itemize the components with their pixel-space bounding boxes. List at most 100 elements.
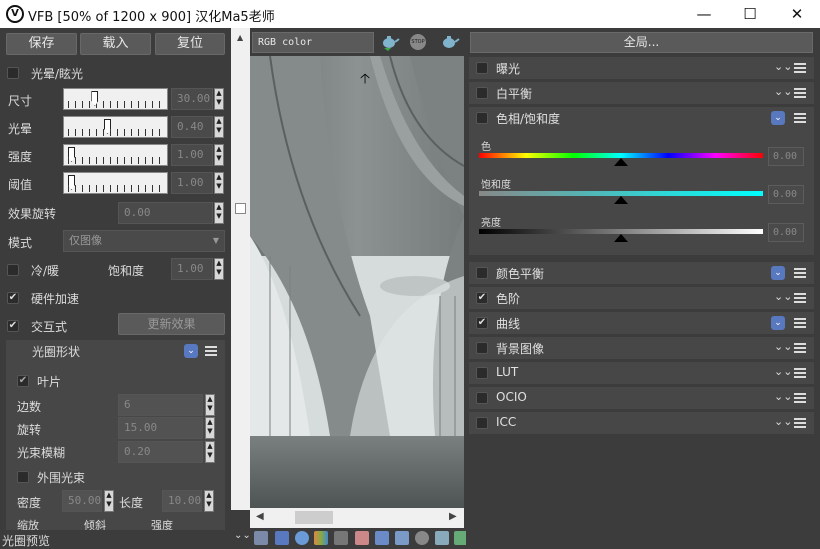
- saturation-spinner[interactable]: ▲ ▼: [214, 258, 224, 280]
- sun-icon[interactable]: [415, 531, 429, 545]
- saturation-slider-handle[interactable]: [614, 196, 628, 204]
- menu-icon[interactable]: [794, 113, 806, 123]
- slider-track[interactable]: [63, 116, 168, 138]
- correction-row[interactable]: 背景图像 ⌄⌄: [469, 337, 814, 359]
- aperture-section-header[interactable]: 光圈形状 ⌄: [6, 340, 225, 362]
- correction-checkbox[interactable]: [476, 342, 488, 354]
- correction-row[interactable]: 白平衡 ⌄⌄: [469, 82, 814, 104]
- correction-row[interactable]: OCIO ⌄⌄: [469, 387, 814, 409]
- expand-down-icon[interactable]: ⌄⌄: [234, 530, 251, 541]
- expand-icon[interactable]: ⌄⌄: [774, 340, 792, 353]
- slider-spinner[interactable]: ▲ ▼: [214, 144, 224, 166]
- global-button[interactable]: 全局...: [470, 32, 813, 53]
- sides-field[interactable]: 6: [118, 394, 203, 416]
- slider-spinner[interactable]: ▲ ▼: [214, 116, 224, 138]
- expand-icon[interactable]: ⌄⌄: [774, 365, 792, 378]
- expand-icon[interactable]: ⌄⌄: [774, 415, 792, 428]
- rotation-field[interactable]: 15.00: [118, 417, 203, 439]
- stop-render-icon[interactable]: STOP: [410, 34, 426, 50]
- menu-icon[interactable]: [794, 268, 806, 278]
- expand-icon[interactable]: ⌄⌄: [774, 390, 792, 403]
- minimize-button[interactable]: —: [681, 0, 727, 28]
- correction-row[interactable]: LUT ⌄⌄: [469, 362, 814, 384]
- region-render-teapot-icon[interactable]: [440, 33, 460, 51]
- correction-checkbox[interactable]: [476, 392, 488, 404]
- menu-icon[interactable]: [794, 293, 806, 303]
- horizontal-scrollbar[interactable]: ◀ ▶: [250, 508, 464, 528]
- rotation-spinner[interactable]: ▲ ▼: [205, 417, 215, 439]
- menu-icon[interactable]: [794, 393, 806, 403]
- correction-row[interactable]: ✔ 色阶 ⌄⌄: [469, 287, 814, 309]
- correction-checkbox[interactable]: [476, 417, 488, 429]
- beam-blur-field[interactable]: 0.20: [118, 441, 203, 463]
- hsl-icon[interactable]: [334, 531, 348, 545]
- save-button[interactable]: 保存: [6, 33, 77, 55]
- expand-icon[interactable]: ⌄⌄: [774, 60, 792, 73]
- collapse-icon[interactable]: ⌄: [771, 316, 785, 330]
- menu-icon[interactable]: [794, 368, 806, 378]
- scroll-up-arrow-icon[interactable]: ▲: [237, 33, 243, 42]
- reset-button[interactable]: 复位: [155, 33, 225, 55]
- menu-icon[interactable]: [794, 63, 806, 73]
- slider-spinner[interactable]: ▲ ▼: [214, 172, 224, 194]
- density-spinner[interactable]: ▲ ▼: [104, 490, 114, 512]
- saturation-hs-field[interactable]: 0.00: [768, 185, 804, 204]
- slider-track[interactable]: [63, 88, 168, 110]
- compare-icon[interactable]: [435, 531, 449, 545]
- slider-spinner[interactable]: ▲ ▼: [214, 88, 224, 110]
- density-field[interactable]: 50.00: [62, 490, 102, 512]
- render-teapot-icon[interactable]: [380, 33, 400, 51]
- length-field[interactable]: 10.00: [162, 490, 202, 512]
- sides-spinner[interactable]: ▲ ▼: [205, 394, 215, 416]
- render-viewport[interactable]: 🡡: [250, 56, 464, 508]
- hue-field[interactable]: 0.00: [768, 147, 804, 166]
- close-button[interactable]: ✕: [774, 0, 820, 28]
- lightness-slider-handle[interactable]: [614, 234, 628, 242]
- correction-checkbox[interactable]: [476, 87, 488, 99]
- correction-row[interactable]: ✔ 曲线 ⌄: [469, 312, 814, 334]
- expand-icon[interactable]: ⌄⌄: [774, 85, 792, 98]
- slider-track[interactable]: [63, 144, 168, 166]
- correction-row[interactable]: ICC ⌄⌄: [469, 412, 814, 434]
- lightness-field[interactable]: 0.00: [768, 223, 804, 242]
- correction-row[interactable]: 色相/饱和度 ⌄: [469, 107, 814, 129]
- correction-checkbox[interactable]: [476, 267, 488, 279]
- mode-dropdown[interactable]: 仅图像 ▼: [63, 230, 225, 252]
- hw-accel-checkbox[interactable]: ✔: [7, 292, 19, 304]
- slider-value-field[interactable]: 1.00: [171, 172, 213, 194]
- outer-beam-checkbox[interactable]: [17, 471, 29, 483]
- cold-warm-checkbox[interactable]: [7, 264, 19, 276]
- update-effect-button[interactable]: 更新效果: [118, 313, 225, 335]
- effect-rotation-field[interactable]: 0.00: [118, 202, 213, 224]
- beam-blur-spinner[interactable]: ▲ ▼: [205, 441, 215, 463]
- menu-icon[interactable]: [794, 318, 806, 328]
- history-icon[interactable]: [275, 531, 289, 545]
- correction-checkbox[interactable]: ✔: [476, 317, 488, 329]
- save-image-icon[interactable]: [254, 531, 268, 545]
- slider-value-field[interactable]: 30.00: [171, 88, 213, 110]
- correction-checkbox[interactable]: ✔: [476, 292, 488, 304]
- expand-icon[interactable]: ⌄: [184, 344, 198, 358]
- correction-checkbox[interactable]: [476, 62, 488, 74]
- correction-checkbox[interactable]: [476, 112, 488, 124]
- correction-row[interactable]: 曝光 ⌄⌄: [469, 57, 814, 79]
- info-icon[interactable]: [295, 531, 309, 545]
- saturation-field[interactable]: 1.00: [171, 258, 213, 280]
- channel-selector[interactable]: RGB color: [252, 32, 374, 53]
- collapse-icon[interactable]: ⌄: [771, 111, 785, 125]
- bloom-checkbox[interactable]: [7, 67, 19, 79]
- curves-icon[interactable]: [355, 531, 369, 545]
- left-panel-scrollbar[interactable]: ▲: [231, 28, 250, 510]
- menu-icon[interactable]: [794, 343, 806, 353]
- length-spinner[interactable]: ▲ ▼: [204, 490, 214, 512]
- menu-icon[interactable]: [794, 418, 806, 428]
- collapse-icon[interactable]: ⌄: [771, 266, 785, 280]
- hue-slider-handle[interactable]: [614, 158, 628, 166]
- slider-track[interactable]: [63, 172, 168, 194]
- h-scroll-thumb[interactable]: [295, 511, 333, 524]
- slider-value-field[interactable]: 0.40: [171, 116, 213, 138]
- scroll-right-arrow-icon[interactable]: ▶: [449, 511, 457, 522]
- correction-row[interactable]: 颜色平衡 ⌄: [469, 262, 814, 284]
- expand-icon[interactable]: ⌄⌄: [774, 290, 792, 303]
- maximize-button[interactable]: ☐: [727, 0, 773, 28]
